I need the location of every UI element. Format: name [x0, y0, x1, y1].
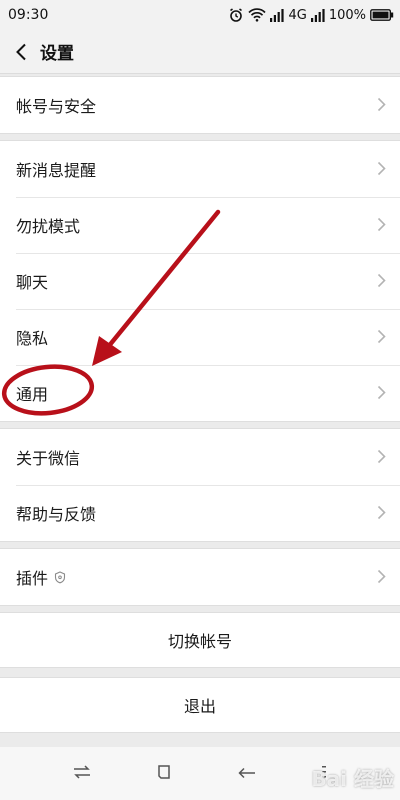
settings-item-label: 聊天	[16, 273, 49, 292]
back-button[interactable]	[2, 30, 40, 74]
settings-item-account-security[interactable]: 帐号与安全	[0, 77, 400, 133]
chevron-right-icon	[377, 505, 386, 520]
status-icons: 4G 100%	[228, 7, 394, 23]
status-time: 09:30	[8, 7, 49, 23]
settings-item-do-not-disturb[interactable]: 勿扰模式	[0, 197, 400, 253]
settings-item-label: 隐私	[16, 329, 49, 348]
chevron-right-icon	[377, 217, 386, 232]
logout-button[interactable]: 退出	[0, 677, 400, 733]
nav-bar: 设置	[0, 30, 400, 74]
home-icon[interactable]	[156, 764, 172, 784]
settings-group-about: 关于微信 帮助与反馈	[0, 428, 400, 542]
logout-label: 退出	[183, 697, 216, 716]
network-type: 4G	[288, 7, 307, 23]
menu-icon[interactable]	[321, 764, 327, 783]
settings-item-help-feedback[interactable]: 帮助与反馈	[0, 485, 400, 541]
settings-item-plugins[interactable]: 插件	[0, 549, 400, 605]
switch-account-label: 切换帐号	[167, 632, 232, 651]
settings-item-label: 新消息提醒	[16, 161, 97, 180]
settings-item-notifications[interactable]: 新消息提醒	[0, 141, 400, 197]
settings-item-label: 插件	[16, 569, 49, 588]
alarm-icon	[228, 7, 244, 23]
chevron-right-icon	[377, 385, 386, 400]
settings-item-label: 帐号与安全	[16, 97, 97, 116]
settings-group-account: 帐号与安全	[0, 76, 400, 134]
chevron-right-icon	[377, 161, 386, 176]
shield-icon	[54, 570, 66, 584]
settings-item-general[interactable]: 通用	[0, 365, 400, 421]
chevron-left-icon	[16, 43, 26, 60]
settings-item-label: 勿扰模式	[16, 217, 81, 236]
chevron-right-icon	[377, 329, 386, 344]
chevron-right-icon	[377, 273, 386, 288]
battery-percent: 100%	[328, 7, 366, 23]
signal-icon-2	[310, 8, 325, 22]
battery-icon	[370, 9, 394, 21]
signal-icon	[270, 8, 285, 22]
settings-item-label: 通用	[16, 385, 49, 404]
settings-group-plugins: 插件	[0, 548, 400, 606]
switch-account-button[interactable]: 切换帐号	[0, 612, 400, 668]
settings-group-preferences: 新消息提醒 勿扰模式 聊天 隐私 通用	[0, 140, 400, 422]
settings-item-label: 关于微信	[16, 449, 81, 468]
switch-apps-icon[interactable]	[73, 764, 91, 783]
chevron-right-icon	[377, 97, 386, 112]
settings-item-privacy[interactable]: 隐私	[0, 309, 400, 365]
chevron-right-icon	[377, 449, 386, 464]
status-bar: 09:30 4G 100%	[0, 0, 400, 30]
settings-item-label: 帮助与反馈	[16, 505, 97, 524]
wifi-icon	[248, 8, 267, 22]
back-arrow-icon[interactable]	[238, 764, 256, 783]
page-title: 设置	[40, 44, 74, 64]
system-nav-bar	[0, 747, 400, 800]
chevron-right-icon	[377, 569, 386, 584]
settings-item-chat[interactable]: 聊天	[0, 253, 400, 309]
settings-item-about[interactable]: 关于微信	[0, 429, 400, 485]
